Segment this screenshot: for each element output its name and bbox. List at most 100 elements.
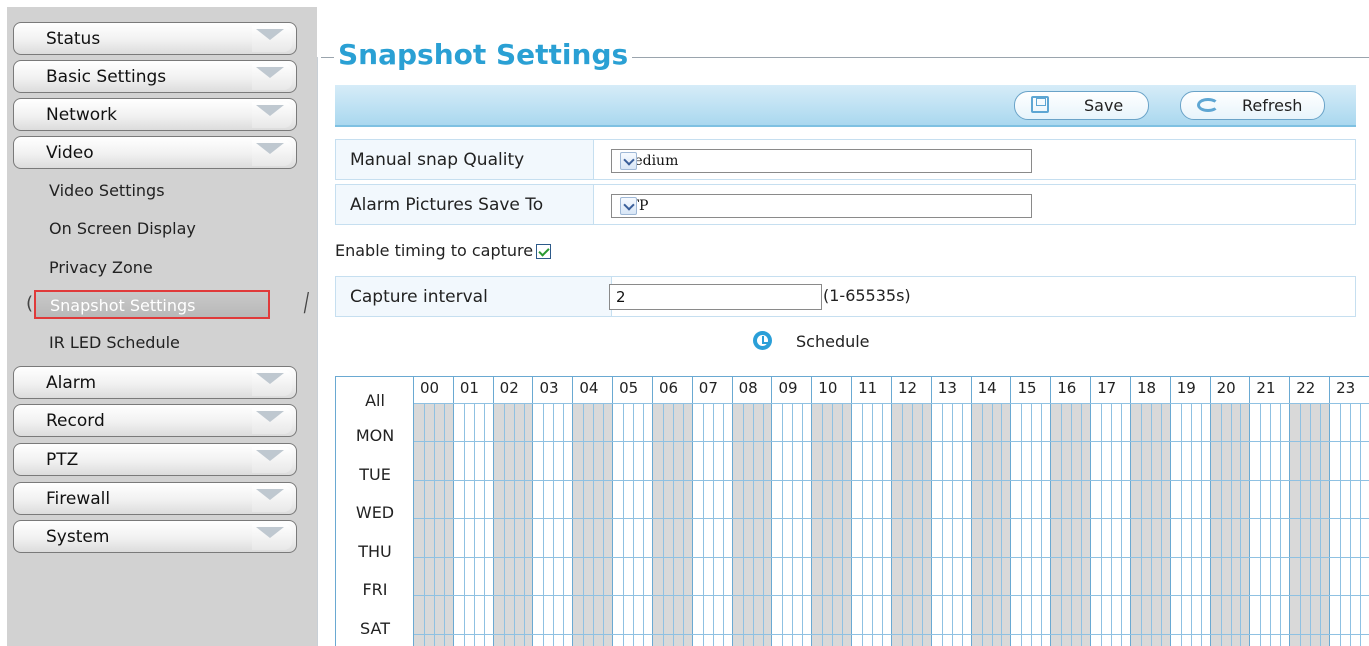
menu-network[interactable]: Network — [13, 98, 297, 131]
select-all-button[interactable]: All — [336, 391, 414, 410]
hour-label[interactable]: 05 — [619, 379, 638, 397]
manual-snap-quality-select[interactable]: Medium — [611, 149, 1032, 173]
hour-label[interactable]: 18 — [1137, 379, 1156, 397]
menu-alarm[interactable]: Alarm — [13, 366, 297, 399]
save-button[interactable]: Save — [1014, 91, 1149, 120]
day-label-fri[interactable]: FRI — [336, 580, 414, 599]
save-icon — [1031, 96, 1049, 113]
chevron-down-icon[interactable] — [620, 152, 637, 170]
submenu-on-screen-display[interactable]: On Screen Display — [49, 219, 196, 238]
page-title: Snapshot Settings — [334, 38, 633, 71]
hour-label[interactable]: 22 — [1296, 379, 1315, 397]
quarter-divider — [603, 403, 605, 646]
hour-label[interactable]: 00 — [420, 379, 439, 397]
menu-ptz[interactable]: PTZ — [13, 443, 297, 476]
quarter-divider — [1180, 403, 1182, 646]
quarter-divider — [1150, 403, 1152, 646]
alarm-pictures-save-to-select[interactable]: FTP — [611, 194, 1032, 218]
quarter-divider — [951, 403, 953, 646]
submenu-label: Snapshot Settings — [50, 296, 196, 315]
row-divider — [414, 595, 1369, 596]
hour-label[interactable]: 16 — [1057, 379, 1076, 397]
quarter-divider — [782, 403, 784, 646]
capture-interval-hint: (1-65535s) — [823, 286, 911, 305]
hour-label[interactable]: 14 — [978, 379, 997, 397]
day-label-sat[interactable]: SAT — [336, 619, 414, 638]
hour-label[interactable]: 23 — [1336, 379, 1355, 397]
submenu-privacy-zone[interactable]: Privacy Zone — [49, 258, 153, 277]
panel-border — [317, 57, 318, 646]
menu-record[interactable]: Record — [13, 404, 297, 437]
chevron-down-icon — [256, 489, 284, 500]
day-label-thu[interactable]: THU — [336, 542, 414, 561]
quarter-divider — [1280, 403, 1282, 646]
chevron-down-icon — [256, 67, 284, 78]
quarter-divider — [483, 403, 485, 646]
quarter-divider — [553, 403, 555, 646]
chevron-down-icon[interactable] — [620, 197, 637, 215]
menu-label: Network — [46, 105, 117, 125]
schedule-label: Schedule — [796, 332, 870, 351]
input-value: 2 — [616, 288, 626, 306]
menu-video[interactable]: Video — [13, 136, 297, 169]
menu-label: System — [46, 527, 110, 547]
submenu-ir-led-schedule[interactable]: IR LED Schedule — [49, 333, 180, 352]
menu-status[interactable]: Status — [13, 22, 297, 55]
refresh-button[interactable]: Refresh — [1180, 91, 1325, 120]
hour-label[interactable]: 03 — [539, 379, 558, 397]
menu-system[interactable]: System — [13, 520, 297, 553]
chevron-down-icon — [256, 143, 284, 154]
quarter-divider — [882, 403, 883, 646]
hour-label[interactable]: 15 — [1017, 379, 1036, 397]
refresh-label: Refresh — [1242, 96, 1303, 115]
hour-label[interactable]: 21 — [1256, 379, 1275, 397]
hour-label[interactable]: 01 — [460, 379, 479, 397]
submenu-snapshot-settings[interactable]: Snapshot Settings — [34, 290, 270, 319]
hour-label[interactable]: 09 — [778, 379, 797, 397]
quarter-divider — [752, 403, 754, 646]
quarter-divider — [1031, 403, 1033, 646]
quarter-divider — [643, 403, 645, 646]
capture-interval-input[interactable]: 2 — [609, 284, 822, 310]
hour-label[interactable]: 20 — [1217, 379, 1236, 397]
hour-label[interactable]: 17 — [1097, 379, 1116, 397]
quarter-divider — [842, 403, 844, 646]
hour-label[interactable]: 10 — [818, 379, 837, 397]
hour-label[interactable]: 04 — [579, 379, 598, 397]
quarter-divider — [921, 403, 923, 646]
quarter-divider — [872, 403, 874, 646]
hour-label[interactable]: 13 — [938, 379, 957, 397]
chevron-down-icon — [256, 105, 284, 116]
hour-label[interactable]: 06 — [659, 379, 678, 397]
refresh-icon — [1197, 98, 1219, 112]
menu-firewall[interactable]: Firewall — [13, 482, 297, 515]
hour-label[interactable]: 07 — [699, 379, 718, 397]
quarter-divider — [1061, 403, 1063, 646]
quarter-divider — [822, 403, 824, 646]
collapse-handle[interactable]: / — [304, 288, 309, 318]
quarter-divider — [583, 403, 585, 646]
schedule-grid[interactable]: AllMONTUEWEDTHUFRISATSUN 000102030405060… — [335, 376, 1369, 646]
enable-timing-checkbox[interactable] — [536, 244, 551, 259]
submenu-video-settings[interactable]: Video Settings — [49, 181, 165, 200]
quarter-divider — [1081, 403, 1083, 646]
hour-label[interactable]: 12 — [898, 379, 917, 397]
clock-icon — [753, 331, 772, 350]
menu-basic-settings[interactable]: Basic Settings — [13, 60, 297, 93]
quarter-divider — [633, 403, 635, 646]
hour-label[interactable]: 02 — [500, 379, 519, 397]
hour-label[interactable]: 19 — [1177, 379, 1196, 397]
manual-snap-quality-label: Manual snap Quality — [350, 150, 525, 170]
day-label-tue[interactable]: TUE — [336, 465, 414, 484]
day-label-mon[interactable]: MON — [336, 426, 414, 445]
quarter-divider — [473, 403, 475, 646]
hour-label[interactable]: 11 — [858, 379, 877, 397]
chevron-down-icon — [256, 411, 284, 422]
menu-label: Status — [46, 29, 101, 49]
quarter-divider — [802, 403, 804, 646]
quarter-divider — [1340, 403, 1342, 646]
quarter-divider — [443, 403, 445, 646]
hour-label[interactable]: 08 — [739, 379, 758, 397]
day-label-wed[interactable]: WED — [336, 503, 414, 522]
quarter-divider — [991, 403, 993, 646]
